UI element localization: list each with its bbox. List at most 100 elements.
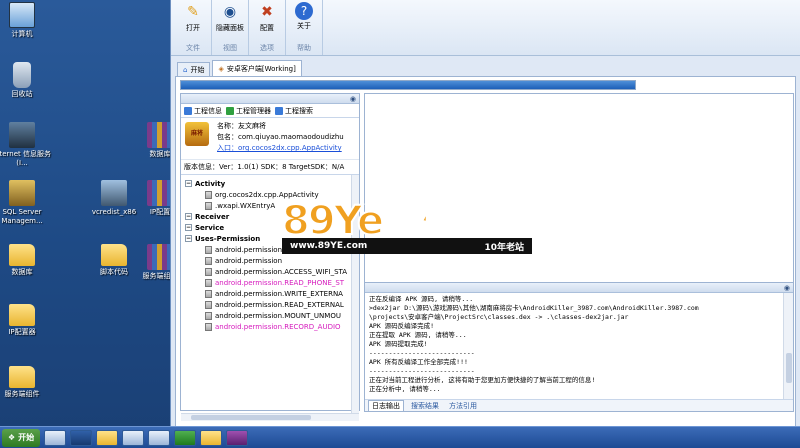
- progress-fill: [181, 81, 635, 89]
- taskbar-server-manager[interactable]: [44, 429, 67, 446]
- installer-icon: [101, 180, 127, 206]
- tab-project-manager[interactable]: 工程管理器: [226, 106, 271, 116]
- tree-group-node[interactable]: − Uses-Permission: [185, 233, 260, 244]
- taskbar-android-killer[interactable]: [174, 429, 197, 446]
- tree-group-node[interactable]: − Receiver: [185, 211, 229, 222]
- computer-icon: [9, 2, 35, 28]
- desktop-icon-computer[interactable]: 计算机: [0, 2, 52, 39]
- tree-leaf-node[interactable]: android.permission.MOUNT_UNMOU: [205, 310, 341, 321]
- sql-server-icon: [9, 180, 35, 206]
- version-info: 版本信息：Ver：1.0(1) SDK：8 TargetSDK：N/A: [181, 160, 359, 175]
- desktop-icon-ip-configurator[interactable]: IP配置器: [0, 304, 52, 337]
- folder-icon: [9, 366, 35, 388]
- tree-leaf-node[interactable]: android.permission: [205, 255, 282, 266]
- tree-node-label: .wxapi.WXEntryA: [215, 201, 276, 210]
- tree-node-label: android.permission.ACCESS_WIFI_STA: [215, 267, 348, 276]
- config-button[interactable]: ✖ 配置: [252, 2, 282, 32]
- tree-group-node[interactable]: − Activity: [185, 178, 225, 189]
- collapse-icon[interactable]: −: [185, 224, 192, 231]
- collapse-icon[interactable]: −: [185, 235, 192, 242]
- taskbar-tools-icon[interactable]: [148, 429, 171, 446]
- log-line: 正在提取 APK 源码, 请稍等...: [369, 331, 467, 339]
- taskbar-powershell-icon[interactable]: [70, 429, 93, 446]
- taskbar-explorer-icon[interactable]: [96, 429, 119, 446]
- collapse-icon[interactable]: −: [185, 213, 192, 220]
- app-entry-link[interactable]: 入口：org.cocos2dx.cpp.AppActivity: [217, 143, 357, 153]
- log-line: 正在反编译 APK 源码, 请稍等...: [369, 295, 474, 303]
- tab-log-output[interactable]: 日志输出: [368, 399, 404, 412]
- scroll-thumb[interactable]: [786, 353, 792, 383]
- desktop-icon-sql-server[interactable]: SQL Server Managem...: [0, 180, 52, 226]
- open-button[interactable]: ✎ 打开: [178, 2, 208, 32]
- tree-leaf-node[interactable]: .wxapi.WXEntryA: [205, 200, 275, 211]
- tab-android-client[interactable]: ◈ 安卓客户端[Working]: [212, 60, 302, 76]
- folder-open-icon: ✎: [187, 4, 199, 20]
- log-line: \projects\安卓客户端\ProjectSrc\classes.dex -…: [369, 313, 629, 321]
- tree-leaf-node[interactable]: android.permission.RECORD_AUDIO: [205, 321, 341, 332]
- desktop-icon-recycle-bin[interactable]: 回收站: [0, 62, 52, 99]
- home-icon: ⌂: [183, 65, 188, 74]
- eye-icon[interactable]: ◉: [350, 95, 356, 103]
- log-line: 正在对当前工程进行分析, 这将有助于您更加方便快捷的了解当前工程的信息!: [369, 376, 596, 384]
- tree-horizontal-scrollbar[interactable]: [181, 413, 359, 421]
- tree-node-label: Uses-Permission: [195, 234, 261, 243]
- log-scrollbar[interactable]: [783, 293, 793, 399]
- tab-start[interactable]: ⌂ 开始: [177, 62, 211, 76]
- log-output: 正在反编译 APK 源码, 请稍等... >dex2jar D:\源码\游戏源码\…: [369, 295, 779, 395]
- search-icon: [275, 106, 283, 115]
- log-line: >dex2jar D:\源码\游戏源码\其他\湖南麻将房卡\AndroidKil…: [369, 304, 699, 312]
- app-package: 包名：com.qiuyao.maomaodoudizhu: [217, 133, 344, 141]
- tab-project-info[interactable]: 工程信息: [184, 106, 222, 116]
- folder-icon: [9, 244, 35, 266]
- tree-node-label: android.permission.MOUNT_UNMOU: [215, 311, 341, 320]
- tree-group-node[interactable]: − Service: [185, 222, 224, 233]
- ribbon-group-options: ✖ 配置 选项: [249, 0, 286, 55]
- taskbar-app-icon[interactable]: [122, 429, 145, 446]
- eye-icon[interactable]: ◉: [784, 284, 790, 292]
- info-icon: [184, 106, 192, 115]
- about-button[interactable]: ? 关于: [289, 2, 319, 30]
- log-line: APK 所有反编译工作全部完成!!!: [369, 358, 468, 366]
- scroll-thumb[interactable]: [191, 415, 311, 420]
- tab-search-results[interactable]: 搜索结果: [408, 401, 442, 411]
- taskbar-rar-icon[interactable]: [226, 429, 249, 446]
- file-icon: [205, 245, 212, 254]
- tree-node-label: android.permission: [215, 245, 283, 254]
- iis-icon: [9, 122, 35, 148]
- log-line: APK 源码提取完成!: [369, 340, 428, 348]
- watermark: 89Ye源码 www.89YE.com 10年老站: [281, 188, 532, 258]
- desktop-icon-database-folder[interactable]: 数据库: [0, 244, 52, 277]
- desktop-icon-server-component[interactable]: 服务端组件: [0, 366, 52, 399]
- taskbar-folder-icon[interactable]: [200, 429, 223, 446]
- ribbon-group-help: ? 关于 帮助: [286, 0, 323, 55]
- hide-panel-button[interactable]: ◉ 隐藏面板: [215, 2, 245, 32]
- log-line: ---------------------------: [369, 349, 475, 357]
- tree-node-label: android.permission: [215, 256, 283, 265]
- taskbar: ❖ 开始: [0, 426, 800, 448]
- watermark-bar: www.89YE.com 10年老站: [282, 238, 532, 254]
- file-icon: [205, 256, 212, 265]
- recycle-bin-icon: [13, 62, 31, 88]
- tab-project-search[interactable]: 工程搜索: [275, 106, 313, 116]
- manager-icon: [226, 106, 234, 115]
- log-panel: ◉ 正在反编译 APK 源码, 请稍等... >dex2jar D:\源码\游戏源…: [364, 282, 794, 412]
- tab-method-references[interactable]: 方法引用: [446, 401, 480, 411]
- file-icon: [205, 267, 212, 276]
- tree-node-label: Activity: [195, 179, 226, 188]
- ribbon: ✎ 打开 文件 ◉ 隐藏面板 视图 ✖ 配置 选项 ? 关于 帮助: [171, 0, 800, 56]
- desktop-icon-iis[interactable]: Internet 信息服务(I...: [0, 122, 52, 168]
- watermark-url: www.89YE.com: [290, 241, 368, 251]
- collapse-icon[interactable]: −: [185, 180, 192, 187]
- log-panel-header: ◉: [365, 283, 793, 293]
- tree-leaf-node[interactable]: android.permission.READ_PHONE_ST: [205, 277, 344, 288]
- progress-bar: [180, 80, 636, 90]
- tree-leaf-node[interactable]: android.permission.ACCESS_WIFI_STA: [205, 266, 347, 277]
- file-icon: [205, 278, 212, 287]
- tree-leaf-node[interactable]: android.permission: [205, 244, 282, 255]
- start-button[interactable]: ❖ 开始: [2, 428, 41, 447]
- tree-leaf-node[interactable]: android.permission.READ_EXTERNAL: [205, 299, 344, 310]
- tree-node-label: android.permission.READ_PHONE_ST: [215, 278, 345, 287]
- tree-leaf-node[interactable]: android.permission.WRITE_EXTERNA: [205, 288, 343, 299]
- windows-logo-icon: ❖: [8, 433, 16, 442]
- tree-node-label: android.permission.WRITE_EXTERNA: [215, 289, 343, 298]
